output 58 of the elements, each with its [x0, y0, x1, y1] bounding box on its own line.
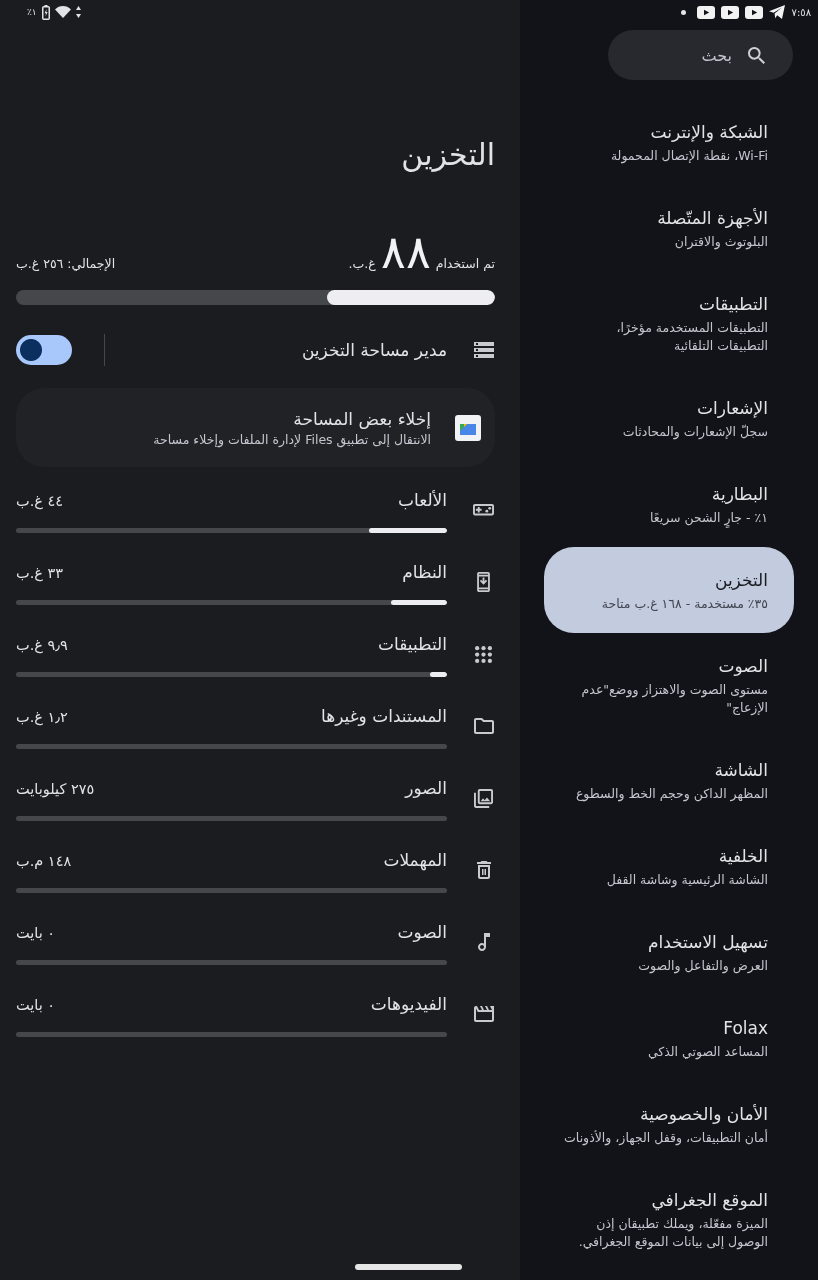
trash-icon [476, 861, 491, 879]
settings-menu-item[interactable]: التطبيقات التطبيقات المستخدمة مؤخرًا، التطبيقات التلقائية [544, 271, 794, 375]
settings-menu-item[interactable]: التخزين ٣٥٪ مستخدمة - ١٦٨ غ.ب متاحة [544, 547, 794, 633]
gamepad-icon [473, 504, 494, 516]
search-field[interactable]: بحث [608, 30, 793, 80]
dot-grid-icon [475, 645, 492, 663]
category-label[interactable]: التطبيقات [377, 630, 447, 658]
category-label[interactable]: المستندات وغيرها [321, 702, 447, 730]
battery-icon [41, 4, 50, 20]
play-button-icon [696, 5, 715, 19]
settings-menu-item[interactable]: الأجهزة المتّصلة البلوتوث والاقتران [544, 185, 794, 271]
status-time: ٧:٥٨ [791, 6, 811, 18]
category-size: ٤٤ غ.ب [16, 492, 64, 512]
play-button-icon [720, 5, 739, 19]
category-size: ٩٫٩ غ.ب [16, 636, 68, 656]
settings-menu-item[interactable]: البطارية ١٪ - جارٍ الشحن سريعًا [544, 461, 794, 547]
used-label: تم استخدام [435, 256, 495, 271]
paper-plane-icon [768, 5, 785, 19]
settings-menu-item[interactable]: الشبكة والإنترنت Wi-Fi، نقطة الإتصال المحمولة [544, 99, 794, 185]
category-label[interactable]: المهملات [383, 846, 447, 874]
search-icon [748, 46, 765, 64]
used-unit: غ.ب. [348, 256, 376, 271]
settings-menu-item[interactable]: الموقع الجغرافي الميزة مفعّلة، ويملك تطبيقان إذن الوصول إلى بيانات الموقع الجغرافي. [544, 1167, 794, 1271]
storage-icon [474, 342, 494, 358]
play-button-icon [744, 5, 763, 19]
category-label[interactable]: الصور [405, 774, 447, 802]
settings-menu-item[interactable]: الصوت مستوى الصوت والاهتزاز ووضع"عدم الإزعاج" [544, 633, 794, 737]
total-capacity: الإجمالي: ٢٥٦ غ.ب [16, 256, 116, 271]
storage-manager-label: مدير مساحة التخزين [300, 340, 447, 360]
phone-download-icon [477, 572, 490, 592]
category-label[interactable]: الفيديوهات [370, 990, 447, 1018]
wifi-icon [54, 6, 71, 18]
clapperboard-icon [473, 1006, 494, 1022]
category-label[interactable]: الألعاب [398, 486, 447, 514]
folder-icon [473, 718, 494, 734]
photo-library-icon [474, 788, 493, 808]
settings-menu-item[interactable]: الإشعارات سجلّ الإشعارات والمحادثات [544, 375, 794, 461]
used-amount: ٨٨ [380, 224, 431, 280]
data-arrows-icon [75, 6, 81, 18]
category-size: ٠ بايت [16, 996, 56, 1015]
page-title: التخزين [400, 136, 495, 174]
category-size: ١٤٨ م.ب [16, 852, 72, 871]
battery-percent: ٪١ [27, 7, 37, 17]
app-icon [455, 414, 481, 441]
category-size: ٠ بايت [16, 924, 56, 943]
music-note-icon [477, 933, 490, 951]
category-label[interactable]: النظام [402, 558, 447, 586]
category-size: ٢٧٥ كيلوبايت [16, 780, 95, 800]
category-label[interactable]: الصوت [397, 918, 447, 946]
free-up-space-card[interactable]: إخلاء بعض المساحة الانتقال إلى تطبيق Files لإدارة الملفات وإخلاء مساحة [16, 388, 495, 467]
settings-menu-item[interactable]: الخلفية الشاشة الرئيسية وشاشة القفل [544, 823, 794, 909]
settings-menu-item[interactable]: تسهيل الاستخدام العرض والتفاعل والصوت [544, 909, 794, 995]
settings-menu-item[interactable]: الأمان والخصوصية أمان التطبيقات، وقفل الجهاز، والأذونات [544, 1081, 794, 1167]
settings-menu-item[interactable]: الشاشة المظهر الداكن وحجم الخط والسطوع [544, 737, 794, 823]
toggle-switch[interactable] [16, 335, 72, 365]
category-size: ٣٣ غ.ب [16, 564, 64, 584]
dot-icon [680, 9, 686, 15]
category-size: ١٫٢ غ.ب [16, 708, 68, 728]
